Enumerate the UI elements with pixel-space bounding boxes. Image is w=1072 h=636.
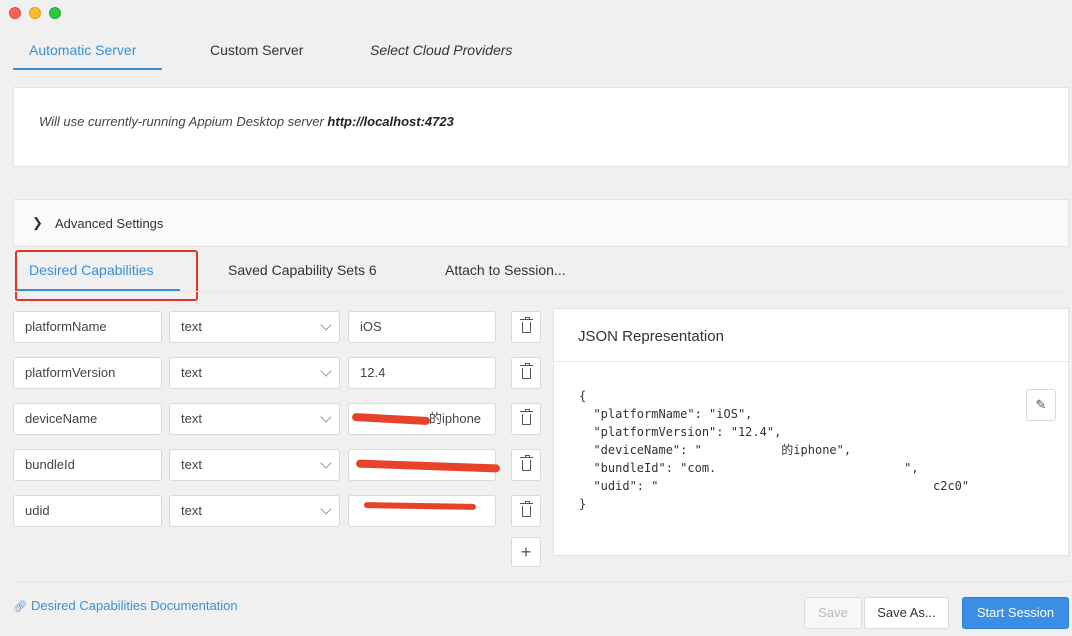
json-representation-panel: JSON Representation { "platformName": "i… xyxy=(553,308,1069,556)
capability-name-input[interactable]: platformName xyxy=(13,311,162,343)
capability-name-input[interactable]: platformVersion xyxy=(13,357,162,389)
trash-icon xyxy=(520,363,533,379)
link-icon: 🔗︎ xyxy=(13,601,27,613)
capability-type-select[interactable]: text xyxy=(169,449,340,481)
capability-row: udid text xyxy=(13,495,543,527)
capability-type-value: text xyxy=(181,319,202,334)
tab-saved-capability-sets[interactable]: Saved Capability Sets 6 xyxy=(228,262,377,282)
maximize-window-button[interactable] xyxy=(49,7,61,19)
delete-capability-button[interactable] xyxy=(511,311,541,343)
plus-icon: + xyxy=(520,542,532,562)
minimize-window-button[interactable] xyxy=(29,7,41,19)
window-titlebar xyxy=(0,0,1072,28)
capability-value-input[interactable]: 12.4 xyxy=(348,357,496,389)
edit-json-button[interactable]: ✎ xyxy=(1026,389,1056,421)
capability-type-value: text xyxy=(181,457,202,472)
tab-custom-server[interactable]: Custom Server xyxy=(210,30,303,70)
delete-capability-button[interactable] xyxy=(511,403,541,435)
delete-capability-button[interactable] xyxy=(511,449,541,481)
chevron-down-icon xyxy=(320,503,332,515)
divider xyxy=(554,361,1068,362)
footer-divider xyxy=(13,581,1069,582)
save-button[interactable]: Save xyxy=(804,597,862,629)
capability-type-value: text xyxy=(181,411,202,426)
trash-icon xyxy=(520,501,533,517)
delete-capability-button[interactable] xyxy=(511,495,541,527)
add-capability-button[interactable]: + xyxy=(511,537,541,567)
delete-capability-button[interactable] xyxy=(511,357,541,389)
capability-row: platformVersion text 12.4 xyxy=(13,357,543,389)
capability-type-select[interactable]: text xyxy=(169,357,340,389)
chevron-down-icon xyxy=(320,365,332,377)
docs-link-label: Desired Capabilities Documentation xyxy=(30,598,238,613)
tab-attach-to-session[interactable]: Attach to Session... xyxy=(445,262,566,282)
tab-divider xyxy=(13,291,1069,292)
capability-type-select[interactable]: text xyxy=(169,495,340,527)
capability-row: platformName text iOS xyxy=(13,311,543,343)
capability-type-value: text xyxy=(181,365,202,380)
trash-icon xyxy=(520,409,533,425)
tab-automatic-server[interactable]: Automatic Server xyxy=(29,30,136,70)
active-tab-indicator xyxy=(13,68,162,70)
capability-type-select[interactable]: text xyxy=(169,403,340,435)
capability-value-input[interactable] xyxy=(348,495,496,527)
save-as-button[interactable]: Save As... xyxy=(864,597,949,629)
chevron-down-icon xyxy=(320,411,332,423)
advanced-settings-toggle[interactable]: ❯ Advanced Settings xyxy=(13,199,1069,247)
trash-icon xyxy=(520,317,533,333)
annotation-highlight-box xyxy=(15,250,198,301)
capability-name-input[interactable]: udid xyxy=(13,495,162,527)
capability-type-select[interactable]: text xyxy=(169,311,340,343)
desired-capabilities-docs-link[interactable]: 🔗︎ Desired Capabilities Documentation xyxy=(13,598,238,613)
advanced-settings-label: Advanced Settings xyxy=(55,216,164,231)
trash-icon xyxy=(520,455,533,471)
capability-name-input[interactable]: bundleId xyxy=(13,449,162,481)
chevron-down-icon xyxy=(320,319,332,331)
server-message: Will use currently-running Appium Deskto… xyxy=(39,114,454,129)
close-window-button[interactable] xyxy=(9,7,21,19)
server-message-text: Will use currently-running Appium Deskto… xyxy=(39,114,324,129)
chevron-down-icon xyxy=(320,457,332,469)
capability-type-value: text xyxy=(181,503,202,518)
server-info-panel: Will use currently-running Appium Deskto… xyxy=(13,87,1069,167)
json-panel-title: JSON Representation xyxy=(578,328,724,345)
capability-name-input[interactable]: deviceName xyxy=(13,403,162,435)
server-url: http://localhost:4723 xyxy=(327,114,454,129)
chevron-right-icon: ❯ xyxy=(32,215,43,230)
capability-row: deviceName text 的iphone xyxy=(13,403,543,435)
tab-cloud-providers[interactable]: Select Cloud Providers xyxy=(370,30,512,70)
pencil-icon: ✎ xyxy=(1035,397,1047,412)
json-content: { "platformName": "iOS", "platformVersio… xyxy=(579,389,970,511)
capability-value-input[interactable]: iOS xyxy=(348,311,496,343)
start-session-button[interactable]: Start Session xyxy=(962,597,1069,629)
